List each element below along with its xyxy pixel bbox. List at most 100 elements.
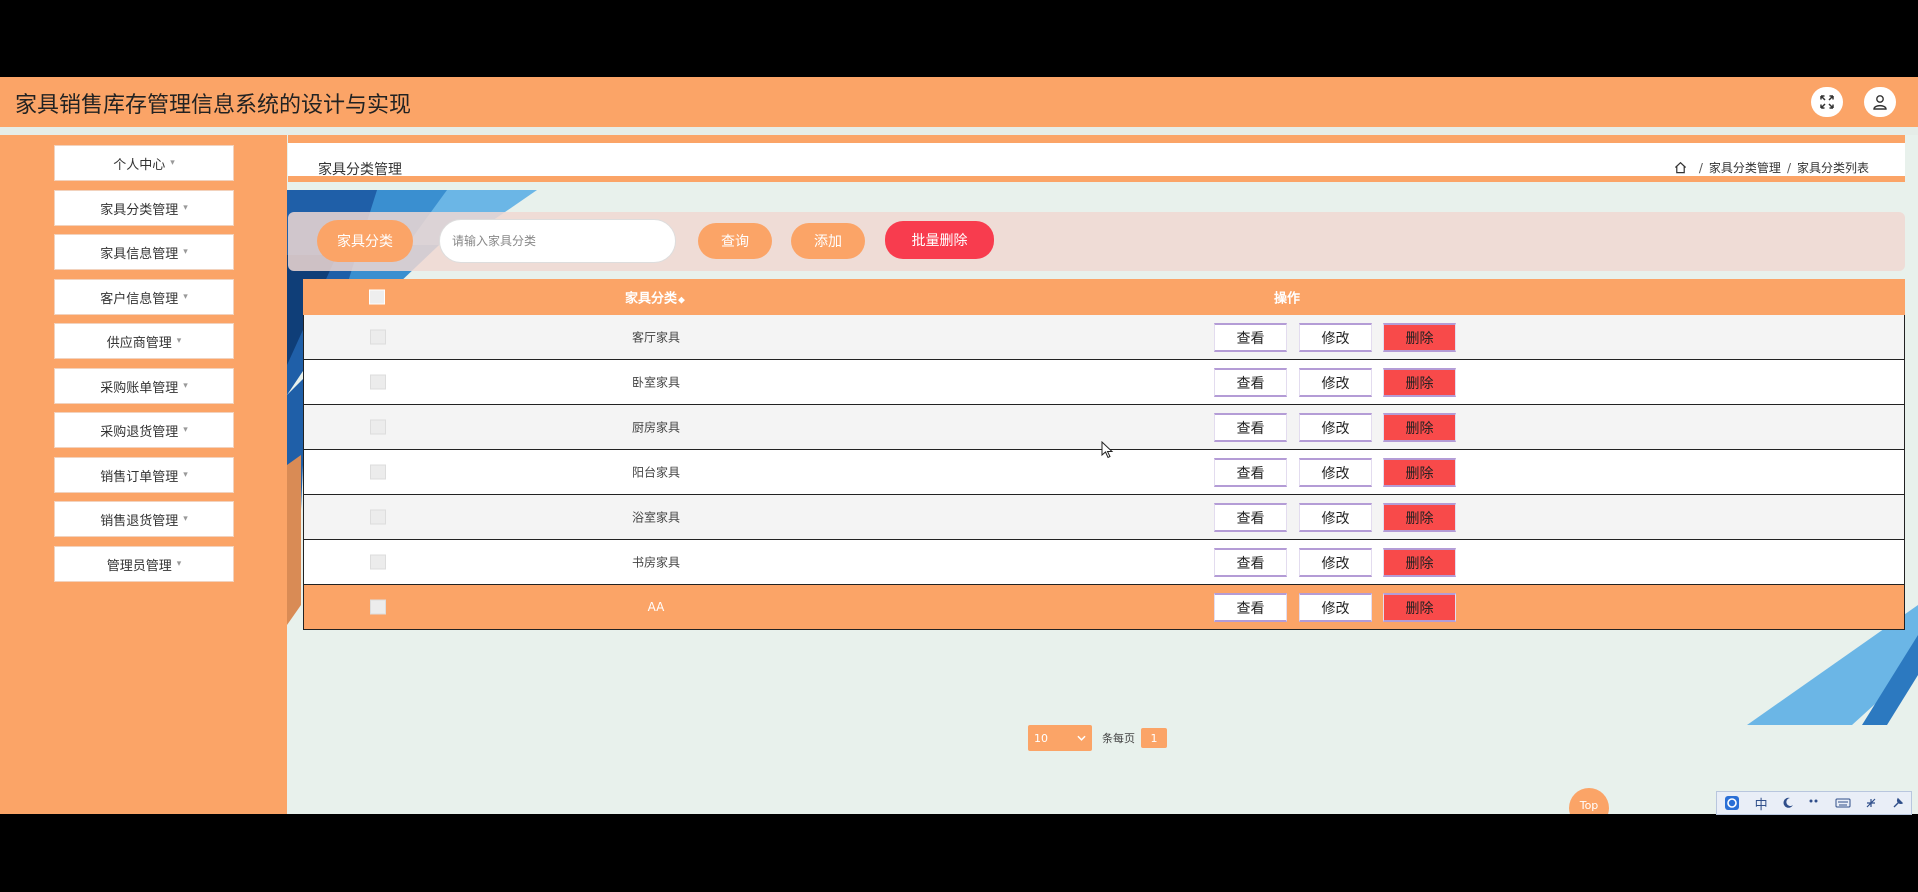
ime-logo-icon[interactable] bbox=[1724, 795, 1740, 811]
delete-button[interactable]: 删除 bbox=[1383, 413, 1456, 442]
sort-icon[interactable]: ◆ bbox=[678, 296, 685, 306]
user-button[interactable] bbox=[1864, 87, 1896, 117]
table-row: AA 查看 修改 删除 bbox=[303, 585, 1905, 630]
category-name: 客厅家具 bbox=[631, 330, 680, 345]
sidebar-item-furniture[interactable]: 家具信息管理 ▾ bbox=[54, 234, 234, 270]
batch-delete-button[interactable]: 批量删除 bbox=[885, 221, 994, 259]
add-button[interactable]: 添加 bbox=[791, 223, 865, 259]
category-name: 卧室家具 bbox=[631, 375, 680, 390]
breadcrumb: / 家具分类管理 / 家具分类列表 bbox=[1674, 159, 1869, 176]
view-button[interactable]: 查看 bbox=[1214, 323, 1287, 352]
breadcrumb-item-list: 家具分类列表 bbox=[1796, 161, 1869, 175]
sidebar-item-label: 管理员管理 bbox=[106, 558, 172, 574]
header-divider bbox=[0, 127, 1918, 135]
sidebar-item-customer[interactable]: 客户信息管理 ▾ bbox=[54, 279, 234, 315]
sidebar-item-label: 采购账单管理 bbox=[100, 380, 179, 396]
ime-toolbar: 中 bbox=[1716, 791, 1912, 815]
edit-button[interactable]: 修改 bbox=[1299, 413, 1372, 442]
screen: 家具销售库存管理信息系统的设计与实现 个人中心 ▾ 家具分类管理 ▾ 家具信息管理 ▾… bbox=[0, 0, 1918, 892]
sidebar-item-label: 销售订单管理 bbox=[100, 469, 179, 485]
expand-icon bbox=[1820, 95, 1834, 109]
sidebar-item-personal-center[interactable]: 个人中心 ▾ bbox=[54, 145, 234, 181]
sidebar-item-sales-return[interactable]: 销售退货管理 ▾ bbox=[54, 501, 234, 537]
edit-button[interactable]: 修改 bbox=[1299, 593, 1372, 622]
sidebar-item-admin[interactable]: 管理员管理 ▾ bbox=[54, 546, 234, 582]
search-input[interactable] bbox=[439, 219, 676, 263]
delete-button[interactable]: 删除 bbox=[1383, 503, 1456, 532]
category-name: AA bbox=[647, 600, 665, 614]
table-row: 浴室家具 查看 修改 删除 bbox=[303, 495, 1905, 540]
view-button[interactable]: 查看 bbox=[1214, 548, 1287, 577]
view-button[interactable]: 查看 bbox=[1214, 368, 1287, 397]
sidebar-item-label: 家具信息管理 bbox=[100, 246, 179, 262]
caret-down-icon: ▾ bbox=[183, 381, 188, 391]
delete-button[interactable]: 删除 bbox=[1383, 323, 1456, 352]
breadcrumb-item-category[interactable]: 家具分类管理 bbox=[1709, 159, 1781, 176]
sidebar-item-purchase-bill[interactable]: 采购账单管理 ▾ bbox=[54, 368, 234, 404]
table-header: 家具分类◆ 操作 bbox=[303, 279, 1905, 315]
caret-down-icon: ▾ bbox=[183, 514, 188, 524]
breadcrumb-separator: / bbox=[1786, 160, 1791, 175]
row-checkbox[interactable] bbox=[370, 419, 386, 435]
fullscreen-button[interactable] bbox=[1811, 87, 1843, 117]
query-button[interactable]: 查询 bbox=[698, 223, 772, 259]
edit-button[interactable]: 修改 bbox=[1299, 503, 1372, 532]
edit-button[interactable]: 修改 bbox=[1299, 323, 1372, 352]
mouse-pointer-icon bbox=[1101, 441, 1114, 459]
view-button[interactable]: 查看 bbox=[1214, 413, 1287, 442]
edit-button[interactable]: 修改 bbox=[1299, 458, 1372, 487]
page-size-select[interactable]: 10 bbox=[1028, 725, 1092, 751]
sidebar-item-label: 供应商管理 bbox=[106, 335, 172, 351]
sidebar: 个人中心 ▾ 家具分类管理 ▾ 家具信息管理 ▾ 客户信息管理 ▾ 供应商管理 ▾ 采购账… bbox=[0, 135, 287, 814]
keyboard-icon[interactable] bbox=[1835, 797, 1851, 809]
row-checkbox[interactable] bbox=[370, 599, 386, 615]
column-header-label: 家具分类 bbox=[625, 291, 678, 307]
page-number-current[interactable]: 1 bbox=[1141, 728, 1167, 748]
caret-down-icon: ▾ bbox=[170, 158, 175, 168]
row-checkbox[interactable] bbox=[370, 329, 386, 345]
delete-button[interactable]: 删除 bbox=[1383, 548, 1456, 577]
row-checkbox[interactable] bbox=[370, 509, 386, 525]
sidebar-item-sales-order[interactable]: 销售订单管理 ▾ bbox=[54, 457, 234, 493]
view-button[interactable]: 查看 bbox=[1214, 593, 1287, 622]
sidebar-item-label: 销售退货管理 bbox=[100, 513, 179, 529]
sidebar-item-purchase-return[interactable]: 采购退货管理 ▾ bbox=[54, 412, 234, 448]
table-row: 客厅家具 查看 修改 删除 bbox=[303, 315, 1905, 360]
row-checkbox[interactable] bbox=[370, 464, 386, 480]
caret-down-icon: ▾ bbox=[183, 470, 188, 480]
settings-icon[interactable] bbox=[1892, 797, 1904, 809]
sidebar-item-supplier[interactable]: 供应商管理 ▾ bbox=[54, 323, 234, 359]
app-title: 家具销售库存管理信息系统的设计与实现 bbox=[15, 93, 412, 118]
view-button[interactable]: 查看 bbox=[1214, 503, 1287, 532]
row-checkbox[interactable] bbox=[370, 554, 386, 570]
edit-button[interactable]: 修改 bbox=[1299, 368, 1372, 397]
row-checkbox[interactable] bbox=[370, 374, 386, 390]
home-icon[interactable] bbox=[1674, 161, 1687, 174]
delete-button[interactable]: 删除 bbox=[1383, 368, 1456, 397]
view-button[interactable]: 查看 bbox=[1214, 458, 1287, 487]
top-bar: 家具销售库存管理信息系统的设计与实现 bbox=[0, 77, 1918, 127]
punctuation-icon[interactable] bbox=[1808, 797, 1820, 809]
sidebar-item-label: 客户信息管理 bbox=[100, 291, 179, 307]
edit-button[interactable]: 修改 bbox=[1299, 548, 1372, 577]
pagination: 10 条每页 1 bbox=[1028, 725, 1167, 751]
table-body: 客厅家具 查看 修改 删除 卧室家具 查看 修改 删除 厨房家具 查看 修改 删… bbox=[303, 315, 1905, 630]
delete-button[interactable]: 删除 bbox=[1383, 593, 1456, 622]
page-size-label: 条每页 bbox=[1102, 732, 1135, 745]
sidebar-item-label: 家具分类管理 bbox=[100, 202, 179, 218]
ime-mode-label[interactable]: 中 bbox=[1755, 794, 1768, 813]
moon-icon[interactable] bbox=[1782, 797, 1794, 809]
page-size-value: 10 bbox=[1034, 731, 1048, 745]
sidebar-item-category[interactable]: 家具分类管理 ▾ bbox=[54, 190, 234, 226]
select-all-checkbox[interactable] bbox=[369, 289, 385, 305]
tools-icon[interactable] bbox=[1865, 797, 1877, 809]
column-header-category[interactable]: 家具分类◆ bbox=[535, 288, 775, 307]
category-name: 厨房家具 bbox=[631, 420, 680, 435]
app-window: 家具销售库存管理信息系统的设计与实现 个人中心 ▾ 家具分类管理 ▾ 家具信息管理 ▾… bbox=[0, 77, 1918, 814]
table-row: 卧室家具 查看 修改 删除 bbox=[303, 360, 1905, 405]
delete-button[interactable]: 删除 bbox=[1383, 458, 1456, 487]
column-header-actions: 操作 bbox=[1273, 291, 1300, 307]
search-field-label: 家具分类 bbox=[317, 220, 413, 262]
caret-down-icon: ▾ bbox=[183, 203, 188, 213]
page-title: 家具分类管理 bbox=[318, 162, 402, 178]
